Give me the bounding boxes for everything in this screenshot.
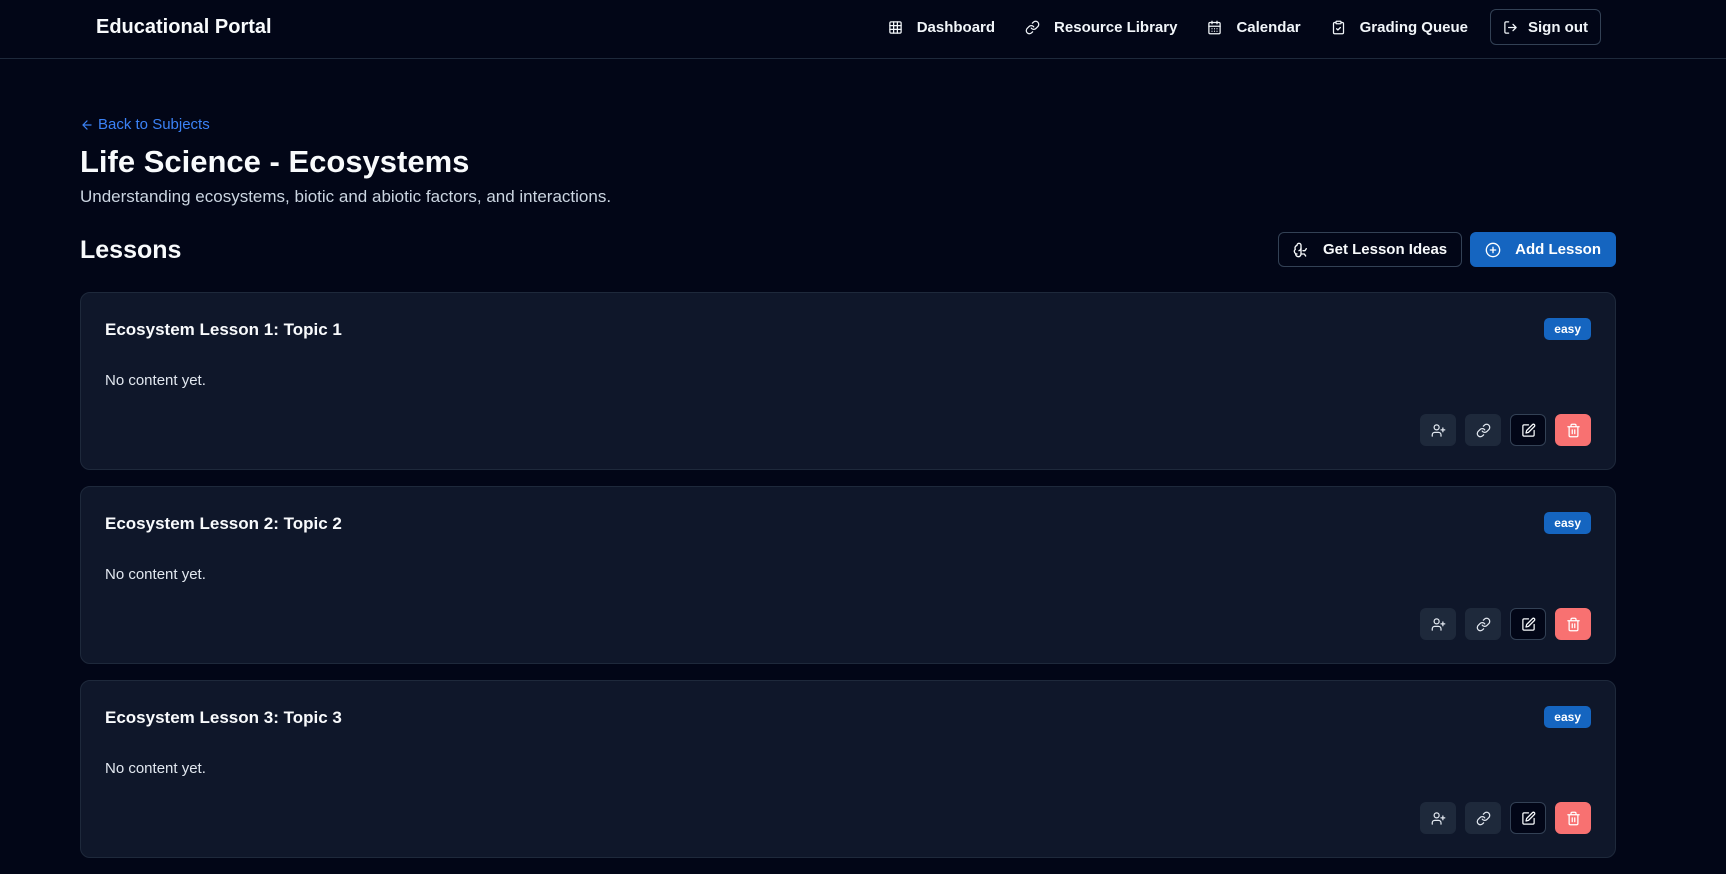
- share-link-button[interactable]: [1465, 414, 1501, 446]
- difficulty-badge: easy: [1544, 706, 1591, 728]
- delete-lesson-button[interactable]: [1555, 608, 1591, 640]
- get-lesson-ideas-button[interactable]: Get Lesson Ideas: [1277, 232, 1463, 267]
- trash-icon: [1566, 617, 1580, 631]
- lesson-card-actions: [1420, 414, 1591, 446]
- nav-dashboard-label: Dashboard: [916, 18, 996, 36]
- share-link-button[interactable]: [1465, 802, 1501, 834]
- delete-lesson-button[interactable]: [1555, 414, 1591, 446]
- clipboard-check-icon: [1332, 20, 1344, 34]
- edit-icon: [1521, 423, 1535, 437]
- top-navigation-bar: Educational Portal Dashboard Resource Li…: [0, 0, 1726, 59]
- add-lesson-label: Add Lesson: [1515, 241, 1601, 258]
- assign-students-button[interactable]: [1420, 414, 1456, 446]
- add-lesson-button[interactable]: Add Lesson: [1470, 232, 1616, 267]
- lesson-card-actions: [1420, 802, 1591, 834]
- calendar-icon: [1208, 20, 1222, 34]
- lesson-title: Ecosystem Lesson 3: Topic 3: [105, 708, 342, 727]
- lesson-content: No content yet.: [105, 372, 206, 389]
- brand-title[interactable]: Educational Portal: [96, 14, 272, 40]
- edit-lesson-button[interactable]: [1510, 414, 1546, 446]
- link-icon: [1025, 20, 1040, 34]
- page-title: Life Science - Ecosystems: [80, 144, 470, 179]
- lessons-section-title: Lessons: [80, 236, 182, 264]
- link-icon: [1476, 811, 1490, 825]
- nav-resource-library-label: Resource Library: [1054, 18, 1178, 36]
- nav-grading-queue[interactable]: Grading Queue: [1319, 9, 1480, 45]
- edit-lesson-button[interactable]: [1510, 608, 1546, 640]
- nav-dashboard[interactable]: Dashboard: [876, 9, 1007, 45]
- brain-icon: [1293, 242, 1307, 257]
- lesson-title: Ecosystem Lesson 1: Topic 1: [105, 320, 342, 339]
- link-icon: [1476, 423, 1490, 437]
- assign-students-button[interactable]: [1420, 802, 1456, 834]
- lesson-card: Ecosystem Lesson 2: Topic 2 easy No cont…: [80, 486, 1616, 664]
- lesson-actions: Get Lesson Ideas Add Lesson: [1277, 232, 1616, 267]
- lesson-title: Ecosystem Lesson 2: Topic 2: [105, 514, 342, 533]
- edit-icon: [1521, 811, 1535, 825]
- get-lesson-ideas-label: Get Lesson Ideas: [1322, 241, 1448, 258]
- log-out-icon: [1504, 20, 1517, 34]
- main-nav: Dashboard Resource Library Calendar Grad…: [876, 9, 1601, 45]
- user-plus-icon: [1431, 811, 1445, 825]
- lesson-content: No content yet.: [105, 566, 206, 583]
- link-icon: [1476, 617, 1490, 631]
- lesson-card: Ecosystem Lesson 1: Topic 1 easy No cont…: [80, 292, 1616, 470]
- lesson-card-actions: [1420, 608, 1591, 640]
- plus-circle-icon: [1485, 242, 1501, 257]
- lesson-content: No content yet.: [105, 760, 206, 777]
- assign-students-button[interactable]: [1420, 608, 1456, 640]
- sign-out-label: Sign out: [1528, 18, 1588, 36]
- back-link-label: Back to Subjects: [98, 116, 210, 133]
- user-plus-icon: [1431, 423, 1445, 437]
- page-subtitle: Understanding ecosystems, biotic and abi…: [80, 187, 612, 206]
- delete-lesson-button[interactable]: [1555, 802, 1591, 834]
- trash-icon: [1566, 423, 1580, 437]
- edit-icon: [1521, 617, 1535, 631]
- user-plus-icon: [1431, 617, 1445, 631]
- lesson-card: Ecosystem Lesson 3: Topic 3 easy No cont…: [80, 680, 1616, 858]
- share-link-button[interactable]: [1465, 608, 1501, 640]
- nav-grading-queue-label: Grading Queue: [1359, 18, 1468, 36]
- back-to-subjects-link[interactable]: Back to Subjects: [80, 115, 210, 135]
- nav-calendar-label: Calendar: [1236, 18, 1301, 36]
- arrow-left-icon: [82, 120, 92, 130]
- nav-calendar[interactable]: Calendar: [1195, 9, 1312, 45]
- nav-resource-library[interactable]: Resource Library: [1013, 9, 1189, 45]
- difficulty-badge: easy: [1544, 318, 1591, 340]
- sign-out-button[interactable]: Sign out: [1490, 9, 1601, 45]
- trash-icon: [1566, 811, 1580, 825]
- edit-lesson-button[interactable]: [1510, 802, 1546, 834]
- difficulty-badge: easy: [1544, 512, 1591, 534]
- grid-icon: [888, 20, 902, 34]
